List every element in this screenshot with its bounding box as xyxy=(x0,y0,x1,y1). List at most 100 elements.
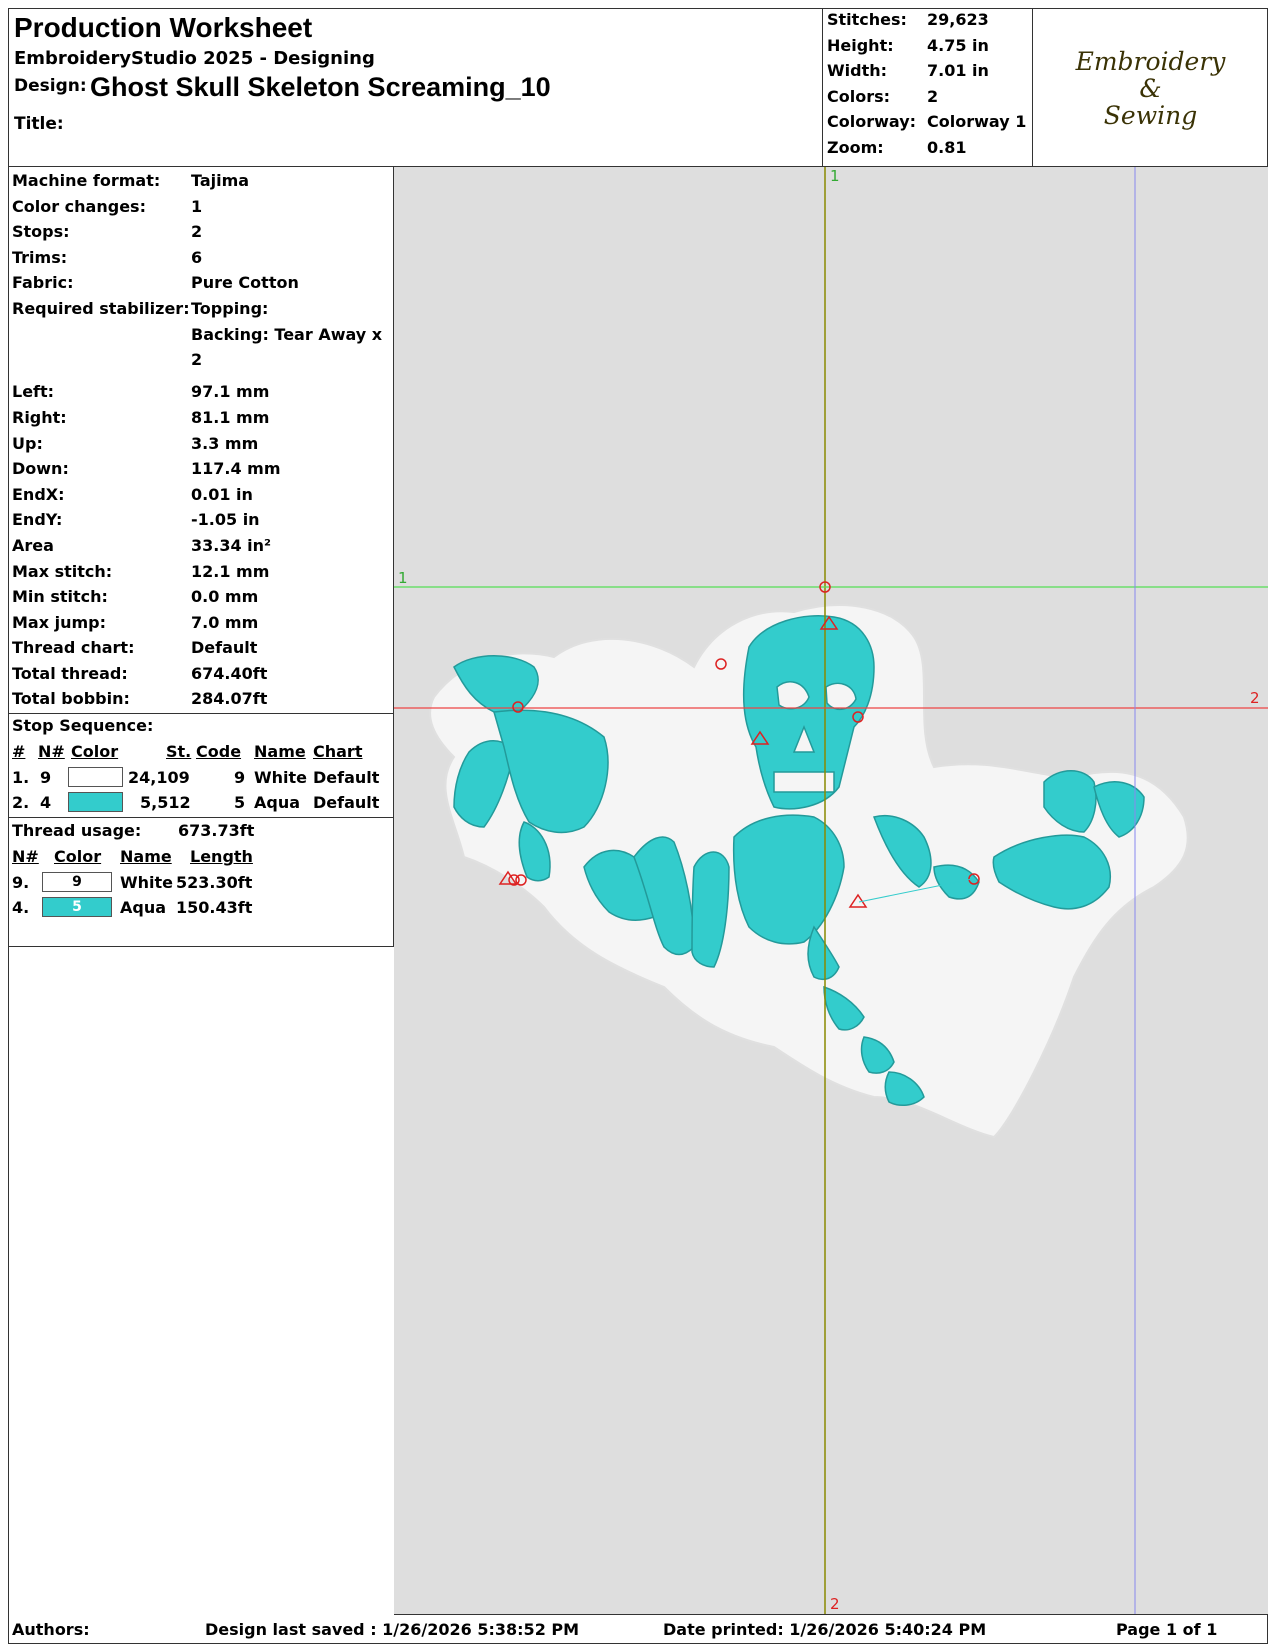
info-value: 117.4 mm xyxy=(191,459,281,478)
col-header: N# xyxy=(12,847,39,866)
footer-authors: Authors: xyxy=(12,1620,90,1639)
info-label: Trims: xyxy=(12,248,68,267)
info-label: Area xyxy=(12,536,54,555)
stat-value: 0.81 xyxy=(927,138,967,157)
page-title: Production Worksheet xyxy=(14,12,313,43)
stat-label: Colorway: xyxy=(827,112,917,131)
info-value: 1 xyxy=(191,197,203,216)
col-header: Name xyxy=(120,847,172,866)
stat-label: Stitches: xyxy=(827,10,907,29)
stat-zoom: Zoom: 0.81 xyxy=(823,136,1033,162)
color-swatch xyxy=(68,767,123,787)
info-value: 81.1 mm xyxy=(191,408,270,427)
info-label: Total bobbin: xyxy=(12,689,130,708)
stat-stitches: Stitches: 29,623 xyxy=(823,8,1033,34)
info-label: Required stabilizer: xyxy=(12,299,190,318)
info-value: 674.40ft xyxy=(191,664,268,683)
thread-name: Aqua xyxy=(254,793,301,812)
guide-label-v-bottom: 2 xyxy=(830,1595,840,1613)
col-header: N# xyxy=(38,742,65,761)
stat-colors: Colors: 2 xyxy=(823,85,1033,111)
info-value: Tajima xyxy=(191,171,250,190)
info-label: Fabric: xyxy=(12,273,74,292)
info-label: Down: xyxy=(12,459,69,478)
info-label: Min stitch: xyxy=(12,587,108,606)
col-header: Color xyxy=(54,847,102,866)
thread-chart: Default xyxy=(313,768,380,787)
info-label: Up: xyxy=(12,434,43,453)
info-value: Backing: Tear Away x xyxy=(191,325,383,344)
thread-length: 150.43ft xyxy=(176,898,253,917)
stat-colorway: Colorway: Colorway 1 xyxy=(823,110,1033,136)
needle-number: 4. xyxy=(12,898,30,917)
footer: Authors: Design last saved : 1/26/2026 5… xyxy=(8,1615,1268,1644)
stat-value: 2 xyxy=(927,87,939,106)
design-canvas[interactable]: 1 2 1 2 xyxy=(394,167,1268,1615)
info-value: -1.05 in xyxy=(191,510,260,529)
stat-height: Height: 4.75 in xyxy=(823,34,1033,60)
stat-value: 4.75 in xyxy=(927,36,989,55)
stat-width: Width: 7.01 in xyxy=(823,59,1033,85)
thread-name: Aqua xyxy=(120,898,167,917)
col-header: Chart xyxy=(313,742,363,761)
guide-label-h-right: 2 xyxy=(1250,689,1260,707)
info-label: EndX: xyxy=(12,485,65,504)
divider xyxy=(8,713,394,714)
design-stats: Stitches: 29,623 Height: 4.75 in Width: 7.0… xyxy=(823,8,1033,167)
stat-label: Width: xyxy=(827,61,888,80)
col-header: Length xyxy=(190,847,253,866)
stat-value: Colorway 1 xyxy=(927,112,1027,131)
thread-chart: Default xyxy=(313,793,380,812)
stat-value: 7.01 in xyxy=(927,61,989,80)
col-header: # xyxy=(12,742,26,761)
color-swatch xyxy=(68,792,123,812)
color-swatch: 5 xyxy=(42,897,112,917)
col-header: Color xyxy=(71,742,119,761)
row-number: 1. xyxy=(12,768,30,787)
thread-name: White xyxy=(120,873,174,892)
info-value: 0.0 mm xyxy=(191,587,259,606)
divider xyxy=(8,817,394,818)
thread-code: 5 xyxy=(234,793,246,812)
title-label: Title: xyxy=(14,114,64,134)
thread-usage-total: 673.73ft xyxy=(178,821,255,840)
logo: Embroidery & Sewing xyxy=(1033,8,1268,167)
stitch-count: 24,109 xyxy=(128,768,190,787)
guide-label-h-left: 1 xyxy=(398,569,408,587)
info-label: Thread chart: xyxy=(12,638,135,657)
row-number: 2. xyxy=(12,793,30,812)
stat-label: Colors: xyxy=(827,87,891,106)
info-label: Total thread: xyxy=(12,664,128,683)
stat-label: Height: xyxy=(827,36,894,55)
footer-printed: Date printed: 1/26/2026 5:40:24 PM xyxy=(663,1620,987,1639)
info-label: EndY: xyxy=(12,510,63,529)
needle-number: 4 xyxy=(40,793,52,812)
needle-number: 9 xyxy=(40,768,52,787)
info-value: 284.07ft xyxy=(191,689,268,708)
stitch-count: 5,512 xyxy=(140,793,191,812)
thread-code: 9 xyxy=(234,768,246,787)
thread-length: 523.30ft xyxy=(176,873,253,892)
info-value: 2 xyxy=(191,350,203,369)
thread-name: White xyxy=(254,768,308,787)
col-header: Name xyxy=(254,742,306,761)
info-value: 97.1 mm xyxy=(191,382,270,401)
col-header: St. xyxy=(166,742,192,761)
design-name: Ghost Skull Skeleton Screaming_10 xyxy=(90,72,551,102)
info-value: 33.34 in² xyxy=(191,536,272,555)
info-value: Default xyxy=(191,638,258,657)
design-label: Design: xyxy=(14,76,87,96)
stat-label: Zoom: xyxy=(827,138,884,157)
info-value: 6 xyxy=(191,248,203,267)
info-panel: Machine format: Tajima Color changes: 1 St… xyxy=(8,167,394,947)
guide-label-v-top: 1 xyxy=(830,167,840,185)
thread-usage-title: Thread usage: xyxy=(12,821,142,840)
info-label: Color changes: xyxy=(12,197,146,216)
footer-saved: Design last saved : 1/26/2026 5:38:52 PM xyxy=(205,1620,580,1639)
info-label: Max stitch: xyxy=(12,562,113,581)
info-label: Left: xyxy=(12,382,55,401)
info-value: 2 xyxy=(191,222,203,241)
header-section: Production Worksheet EmbroideryStudio 20… xyxy=(8,8,823,167)
stat-value: 29,623 xyxy=(927,10,989,29)
design-preview xyxy=(394,167,1268,1614)
